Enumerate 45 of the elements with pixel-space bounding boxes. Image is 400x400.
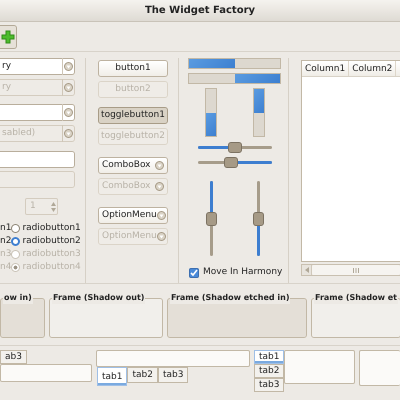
tab[interactable]: tab3 [254,378,284,392]
window-title: The Widget Factory [0,0,400,22]
notebook-panel [359,350,400,386]
option-label: n3 [0,248,12,261]
spin-arrows-icon [50,200,57,212]
toggle-button[interactable]: togglebutton1 [98,107,168,124]
radio-button[interactable] [11,224,20,233]
frame-label: Frame (Shadow et [314,292,398,304]
tab[interactable]: ab3 [0,350,27,364]
text-field[interactable] [0,151,75,168]
add-button[interactable] [0,25,17,49]
frame-label: Frame (Shadow out) [52,292,146,304]
column-header[interactable]: Column2 [349,61,396,76]
radio-button[interactable] [11,237,20,246]
push-button[interactable]: button1 [98,60,168,77]
option-label: n1 [0,222,12,235]
tab[interactable]: tab3 [158,367,188,383]
tab[interactable]: tab1 [254,350,284,364]
plus-icon [1,30,15,44]
left-arrow-icon [304,267,308,273]
option-label: n2 [0,234,12,248]
combo-entry[interactable]: ry [0,58,75,75]
slider[interactable] [206,181,216,256]
radio-label: radiobutton4 [22,260,81,274]
combo-box[interactable]: ComboBox [98,157,168,174]
notebook-panel [284,350,355,384]
radio-label: radiobutton1 [22,222,81,235]
scrollbar[interactable] [301,264,400,276]
tab[interactable]: tab2 [127,367,158,383]
combo-entry[interactable] [0,104,75,121]
frame-label: Frame (Shadow etched in) [170,292,290,304]
column-header[interactable]: Column1 [302,61,350,76]
slider[interactable] [198,158,272,167]
slider[interactable] [252,181,264,256]
frame-label: ow in) [3,292,33,304]
checkbox[interactable] [189,268,199,278]
grip-icon [353,268,359,272]
slider[interactable] [198,143,272,152]
radio-label: radiobutton3 [22,248,81,261]
tab[interactable]: tab2 [254,364,284,378]
option-menu[interactable]: OptionMenu [98,207,168,224]
checkbox-label: Move In Harmony [203,266,282,279]
option-label: n4 [0,260,12,274]
radio-label: radiobutton2 [22,234,81,248]
tab[interactable]: tab1 [97,367,128,386]
